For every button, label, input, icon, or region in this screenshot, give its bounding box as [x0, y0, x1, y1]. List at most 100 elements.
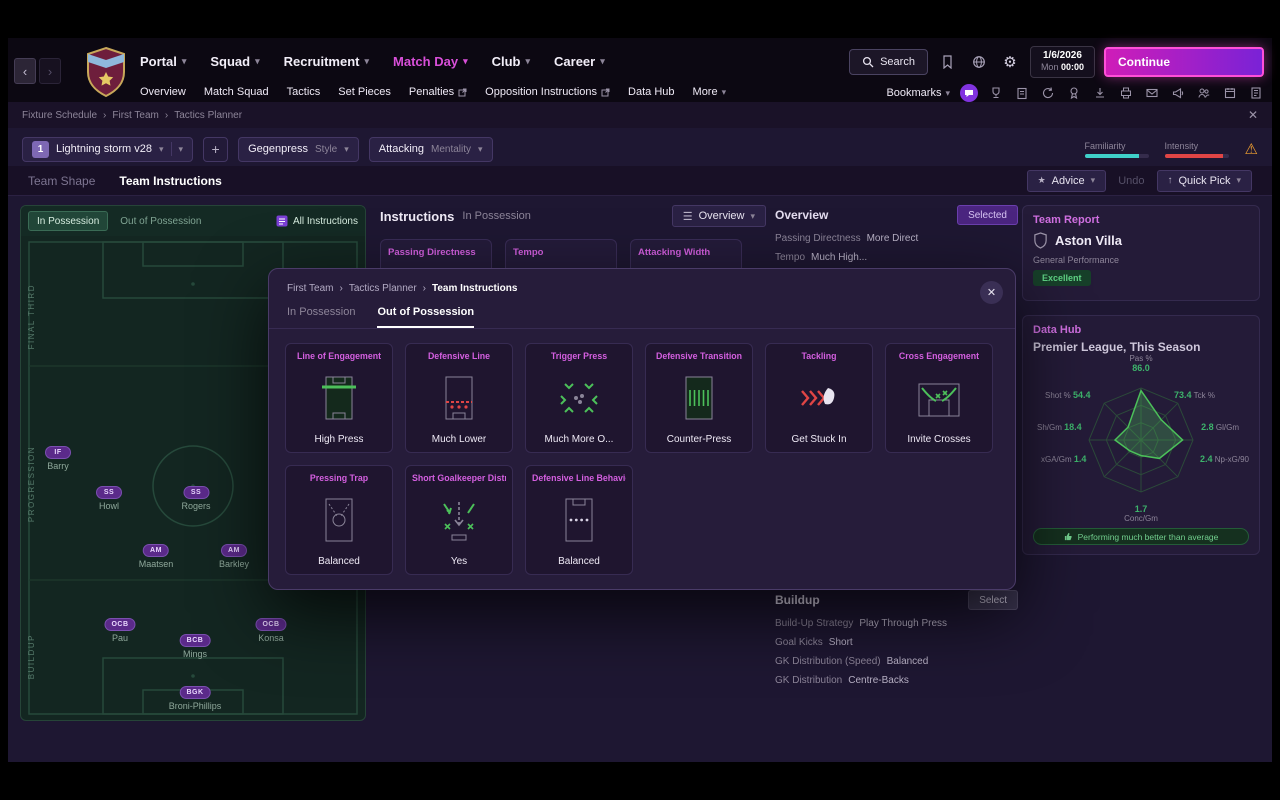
buildup-row: GK Distribution (Speed)Balanced — [775, 656, 1018, 667]
calendar-icon[interactable] — [1222, 85, 1238, 101]
instructions-list-icon — [276, 215, 288, 227]
player-node[interactable]: BGKBroni-Phillips — [169, 686, 222, 711]
menu-club[interactable]: Club▾ — [492, 54, 530, 69]
breadcrumb-item[interactable]: First Team — [112, 110, 159, 121]
instruction-card-tackling[interactable]: Tackling Get Stuck In — [765, 343, 873, 453]
defensive-transition-icon — [679, 361, 719, 434]
data-hub-card[interactable]: Data Hub Premier League, This Season Pas… — [1022, 315, 1260, 555]
modal-tab-out-of-possession[interactable]: Out of Possession — [377, 306, 474, 328]
menu-label: Career — [554, 54, 595, 69]
instruction-card-short-gk-distribution[interactable]: Short Goalkeeper Distr Yes — [405, 465, 513, 575]
forward-button[interactable]: › — [39, 58, 61, 84]
mail-icon[interactable] — [1144, 85, 1160, 101]
view-selector-dropdown[interactable]: ☰ Overview ▾ — [672, 205, 766, 227]
instruction-card-cross-engagement[interactable]: Cross Engagement Invite Crosses — [885, 343, 993, 453]
tab-team-instructions[interactable]: Team Instructions — [119, 174, 221, 188]
refresh-icon[interactable] — [1040, 85, 1056, 101]
player-node[interactable]: BCBMings — [180, 634, 211, 659]
menu-portal[interactable]: Portal▾ — [140, 54, 186, 69]
gear-icon[interactable]: ⚙ — [999, 51, 1021, 73]
menu-career[interactable]: Career▾ — [554, 54, 605, 69]
instruction-card-defensive-line[interactable]: Defensive Line Much Lower — [405, 343, 513, 453]
fm-assistant-icon[interactable] — [960, 84, 978, 102]
subnav-opposition-instructions[interactable]: Opposition Instructions — [485, 86, 610, 98]
instruction-card-line-of-engagement[interactable]: Line of Engagement High Press — [285, 343, 393, 453]
all-instructions-toggle[interactable]: All Instructions — [276, 215, 358, 227]
close-icon[interactable]: ✕ — [980, 281, 1003, 304]
advice-button[interactable]: ★ Advice ▾ — [1027, 170, 1107, 192]
select-button[interactable]: Select — [968, 590, 1018, 610]
toggle-in-possession[interactable]: In Possession — [28, 211, 108, 231]
subnav-match-squad[interactable]: Match Squad — [204, 86, 269, 98]
overview-row: TempoMuch High... — [775, 252, 1018, 263]
player-node[interactable]: AMBarkley — [219, 544, 249, 569]
performance-rating-badge: Excellent — [1033, 270, 1091, 286]
globe-icon[interactable] — [968, 51, 990, 73]
download-icon[interactable] — [1092, 85, 1108, 101]
instruction-card-defensive-line-behaviour[interactable]: Defensive Line Behavio Balanced — [525, 465, 633, 575]
subnav-data-hub[interactable]: Data Hub — [628, 86, 674, 98]
selected-button[interactable]: Selected — [957, 205, 1018, 225]
familiarity-label: Familiarity — [1085, 141, 1149, 151]
instruction-card-defensive-transition[interactable]: Defensive Transition Counter-Press — [645, 343, 753, 453]
menu-match-day[interactable]: Match Day▾ — [393, 54, 468, 69]
mentality-selector[interactable]: Attacking Mentality ▾ — [369, 137, 493, 162]
player-node[interactable]: OCBPau — [104, 618, 135, 643]
subnav-penalties[interactable]: Penalties — [409, 86, 467, 98]
sub-nav: Overview Match Squad Tactics Set Pieces … — [140, 86, 726, 98]
breadcrumb-item[interactable]: Tactics Planner — [174, 110, 242, 121]
bookmarks-menu[interactable]: Bookmarks▾ — [886, 87, 950, 99]
buildup-panel-title: Buildup — [775, 593, 820, 607]
menu-squad[interactable]: Squad▾ — [210, 54, 259, 69]
back-button[interactable]: ‹ — [14, 58, 36, 84]
subnav-overview[interactable]: Overview — [140, 86, 186, 98]
toggle-out-of-possession[interactable]: Out of Possession — [112, 211, 209, 231]
tab-team-shape[interactable]: Team Shape — [28, 174, 95, 188]
subnav-more[interactable]: More▾ — [693, 86, 727, 98]
menu-label: Squad — [210, 54, 250, 69]
instruction-card-trigger-press[interactable]: Trigger Press Much More O... — [525, 343, 633, 453]
instruction-card-pressing-trap[interactable]: Pressing Trap Balanced — [285, 465, 393, 575]
breadcrumb-item[interactable]: Tactics Planner — [349, 283, 417, 294]
general-performance-label: General Performance — [1033, 255, 1249, 265]
player-node[interactable]: OCBKonsa — [255, 618, 286, 643]
tactic-selector[interactable]: 1 Lightning storm v28 ▾ ▾ — [22, 137, 193, 162]
printer-icon[interactable] — [1118, 85, 1134, 101]
breadcrumb-item[interactable]: First Team — [287, 283, 334, 294]
player-node[interactable]: SSRogers — [181, 486, 210, 511]
quick-pick-button[interactable]: ↑ Quick Pick ▾ — [1157, 170, 1253, 192]
megaphone-icon[interactable] — [1170, 85, 1186, 101]
menu-recruitment[interactable]: Recruitment▾ — [284, 54, 369, 69]
notes-icon[interactable] — [1248, 85, 1264, 101]
date-display[interactable]: 1/6/2026 Mon 00:00 — [1030, 46, 1095, 78]
style-selector[interactable]: Gegenpress Style ▾ — [238, 137, 359, 162]
team-report-card[interactable]: Team Report Aston Villa General Performa… — [1022, 205, 1260, 301]
close-icon[interactable]: ✕ — [1248, 108, 1258, 122]
player-node[interactable]: AMMaatsen — [139, 544, 174, 569]
external-link-icon — [458, 88, 467, 97]
player-node[interactable]: IFBarry — [45, 446, 71, 471]
breadcrumb-item[interactable]: Fixture Schedule — [22, 110, 97, 121]
data-hub-title: Data Hub — [1033, 324, 1249, 336]
subnav-set-pieces[interactable]: Set Pieces — [338, 86, 391, 98]
player-node[interactable]: SSHowl — [96, 486, 122, 511]
continue-button[interactable]: Continue — [1104, 47, 1264, 77]
people-icon[interactable] — [1196, 85, 1212, 101]
line-of-engagement-icon — [319, 361, 359, 434]
award-icon[interactable] — [1066, 85, 1082, 101]
add-tactic-button[interactable]: + — [203, 137, 228, 162]
modal-tab-in-possession[interactable]: In Possession — [287, 306, 355, 328]
subnav-tactics[interactable]: Tactics — [287, 86, 321, 98]
search-button[interactable]: Search — [849, 49, 928, 75]
warning-icon[interactable]: ⚠ — [1245, 140, 1258, 158]
mentality-label: Mentality — [431, 144, 471, 155]
trophy-icon[interactable] — [988, 85, 1004, 101]
undo-button[interactable]: Undo — [1118, 175, 1144, 187]
defensive-line-icon — [439, 361, 479, 434]
clipboard-icon[interactable] — [1014, 85, 1030, 101]
menu-label: Recruitment — [284, 54, 360, 69]
instructions-subtitle: In Possession — [462, 210, 530, 222]
bookmark-icon[interactable] — [937, 51, 959, 73]
breadcrumb-separator: › — [103, 110, 106, 121]
chevron-down-icon: ▾ — [182, 56, 187, 67]
